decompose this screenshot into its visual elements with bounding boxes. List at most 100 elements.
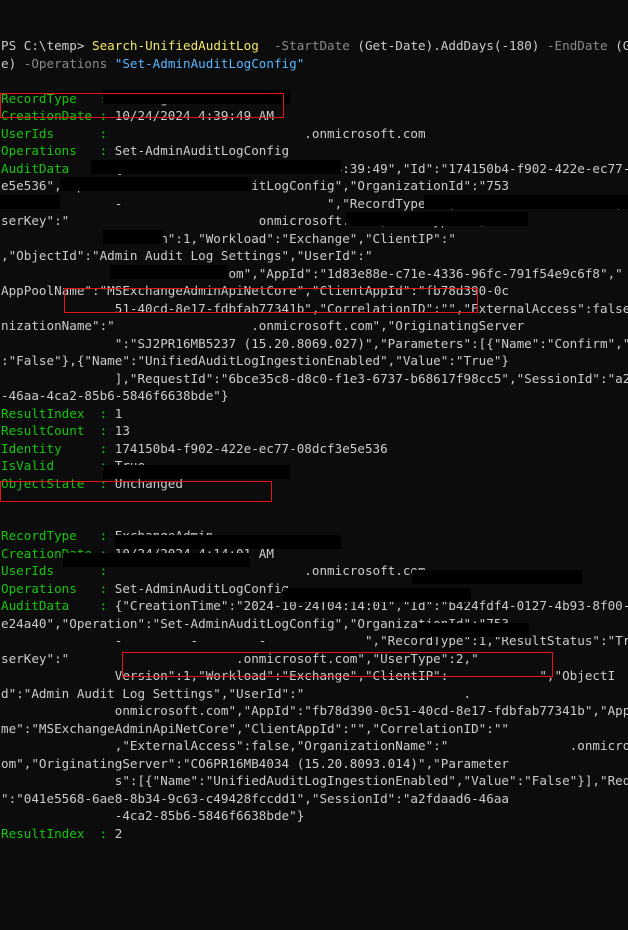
userid-1b-redaction — [103, 230, 163, 244]
userid-1-redaction — [346, 212, 528, 226]
value-text: e) — [1, 55, 24, 71]
property-name: Identity : — [1, 440, 115, 456]
console-line: - - - ","RecordType":1,"ResultStatus":"T… — [1, 632, 628, 650]
console-line: e24a40","Operation":"Set-AdminAuditLogCo… — [1, 615, 628, 633]
value-text: ":"041e5568-6ae8-8b34-9c63-c49428fccdd1"… — [1, 790, 509, 806]
userid-2-redaction — [283, 588, 471, 602]
parameter-name: -StartDate — [258, 38, 358, 53]
value-text: s":[{"Name":"UnifiedAuditLogIngestionEna… — [1, 773, 628, 788]
userkey-1-redaction — [60, 177, 251, 191]
property-name: CreationDate : — [1, 108, 115, 123]
value-text: Set-AdminAuditLogConfig — [114, 580, 290, 596]
userids-2-redaction — [103, 465, 290, 479]
console-line: IsValid : True — [1, 457, 628, 475]
value-text: onmicrosoft.com","AppId":"fb78d390-0c51-… — [1, 703, 628, 718]
console-line: ":"041e5568-6ae8-8b34-9c63-c49428fccdd1"… — [1, 790, 628, 808]
powershell-console[interactable]: PS C:\temp> Search-UnifiedAuditLog -Star… — [0, 0, 628, 841]
console-line: :"False"},{"Name":"UnifiedAuditLogIngest… — [1, 352, 628, 370]
property-name: UserIds : — [1, 125, 115, 141]
value-text: .onmicrosoft.com — [114, 125, 426, 141]
value-text: 13 — [114, 423, 130, 438]
property-name: ObjectState : — [1, 475, 115, 491]
value-text: ,"ExternalAccess":false,"OrganizationNam… — [1, 738, 628, 753]
parameter-name: -EndDate — [546, 38, 616, 53]
console-line: onmicrosoft.com","AppId":"fb78d390-0c51-… — [1, 702, 628, 720]
console-line: Version":1,"Workload":"Exchange","Client… — [1, 230, 628, 248]
property-name: ResultIndex : — [1, 405, 115, 421]
value-text: 1 — [114, 405, 123, 421]
prompt-text: PS C:\temp> — [1, 38, 92, 53]
value-text: AppPoolName":"MSExchangeAdminApiNetCore"… — [1, 283, 509, 298]
console-line: .onmicrosoft.com","AppId":"1d83e88e-c71e… — [1, 265, 628, 283]
property-name: Operations : — [1, 580, 115, 596]
value-text: Version":1,"Workload":"Exchange","Client… — [1, 230, 608, 246]
console-line: e) -Operations "Set-AdminAuditLogConfig" — [1, 55, 628, 73]
console-line: CreationDate : 10/24/2024 4:39:49 AM — [1, 107, 628, 125]
console-line: ResultIndex : 1 — [1, 405, 628, 423]
value-text: 51-40cd-8e17-fdbfab77341b","CorrelationI… — [1, 300, 628, 316]
clientip-1-redaction — [424, 195, 628, 209]
console-line: ,"ExternalAccess":false,"OrganizationNam… — [1, 737, 628, 755]
console-line: Version":1,"Workload":"Exchange","Client… — [1, 667, 628, 685]
console-line: ObjectState : Unchanged — [1, 475, 628, 493]
orgname-2-redaction — [417, 623, 529, 637]
console-line: me":"MSExchangeAdminApiNetCore","ClientA… — [1, 720, 628, 738]
userids-1-redaction — [103, 90, 290, 104]
console-line: Operations : Set-AdminAuditLogConfig — [1, 142, 628, 160]
console-line: PS C:\temp> Search-UnifiedAuditLog -Star… — [1, 37, 628, 55]
value-text: 174150b4-f902-422e-ec77-08dcf3e5e536 — [114, 440, 388, 456]
value-text: .onmicrosoft.com","AppId":"1d83e88e-c71e… — [1, 265, 623, 281]
console-line: ResultCount : 13 — [1, 422, 628, 440]
console-line: -4ca2-85b6-5846f6638bde"} — [1, 807, 628, 825]
console-line: ResultIndex : 2 — [1, 825, 628, 843]
property-name: ResultCount : — [1, 423, 115, 438]
property-name: Operations : — [1, 143, 115, 158]
cmdlet-name: Search-UnifiedAuditLog — [92, 38, 259, 53]
clientip-2-redaction — [412, 570, 582, 584]
property-name: RecordType : — [1, 90, 115, 106]
console-line: Identity : 174150b4-f902-422e-ec77-08dcf… — [1, 440, 628, 458]
console-line: om","OriginatingServer":"CO6PR16MB4034 (… — [1, 755, 628, 773]
console-line: s":[{"Name":"UnifiedAuditLogIngestionEna… — [1, 772, 628, 790]
console-line: ,"ObjectId":"Admin Audit Log Settings","… — [1, 247, 628, 265]
value-text: :"False"},{"Name":"UnifiedAuditLogIngest… — [1, 353, 509, 368]
orgid-1-redaction — [91, 160, 341, 174]
value-text: 2 — [114, 825, 123, 841]
value-text: (Get-Date).AddDays(-180) — [357, 38, 547, 53]
orgid-2-redaction — [115, 535, 341, 549]
console-line: AppPoolName":"MSExchangeAdminApiNetCore"… — [1, 282, 628, 300]
property-name: RecordType : — [1, 528, 115, 543]
value-text: serKey":" .onmicrosoft.com","UserType":2… — [1, 650, 479, 666]
console-line: serKey":" onmicrosoft.com","UserType":2,… — [1, 212, 628, 230]
console-text-layer: PS C:\temp> Search-UnifiedAuditLog -Star… — [1, 37, 628, 842]
property-name: IsValid : — [1, 458, 115, 473]
console-line: 51-40cd-8e17-fdbfab77341b","CorrelationI… — [1, 300, 628, 318]
value-text: (Get-Dat — [615, 38, 628, 53]
console-line: UserIds : .onmicrosoft.com — [1, 125, 628, 143]
clientip-1b-redaction — [0, 195, 60, 209]
value-text: ":"SJ2PR16MB5237 (15.20.8069.027)","Para… — [1, 335, 628, 351]
property-name: ResultIndex : — [1, 825, 115, 841]
value-text: me":"MSExchangeAdminApiNetCore","ClientA… — [1, 720, 509, 736]
value-text: ,"ObjectId":"Admin Audit Log Settings","… — [1, 248, 532, 263]
value-text: 10/24/2024 4:39:49 AM — [114, 108, 274, 123]
console-line: d":"Admin Audit Log Settings","UserId":"… — [1, 685, 628, 703]
console-line: nizationName":" .onmicrosoft.com","Origi… — [1, 317, 628, 335]
console-line: ":"SJ2PR16MB5237 (15.20.8069.027)","Para… — [1, 335, 628, 353]
console-line: serKey":" .onmicrosoft.com","UserType":2… — [1, 650, 628, 668]
value-text: Version":1,"Workload":"Exchange","Client… — [1, 668, 616, 683]
string-literal: "Set-AdminAuditLogConfig" — [114, 55, 305, 71]
value-text: - - - ","RecordType":1,"ResultStatus":"T… — [1, 633, 628, 648]
property-name: AuditData : — [1, 598, 115, 613]
console-line: ],"RequestId":"6bce35c8-d8c0-f1e3-6737-b… — [1, 370, 628, 388]
userkey-2-redaction — [63, 553, 250, 567]
value-text: -4ca2-85b6-5846f6638bde"} — [1, 808, 305, 823]
value-text: nizationName":" .onmicrosoft.com","Origi… — [1, 318, 525, 333]
value-text: Set-AdminAuditLogConfig — [114, 143, 290, 158]
orgname-1-redaction — [110, 265, 228, 279]
parameter-name: -Operations — [23, 55, 115, 71]
value-text: ],"RequestId":"6bce35c8-d8c0-f1e3-6737-b… — [1, 370, 628, 386]
